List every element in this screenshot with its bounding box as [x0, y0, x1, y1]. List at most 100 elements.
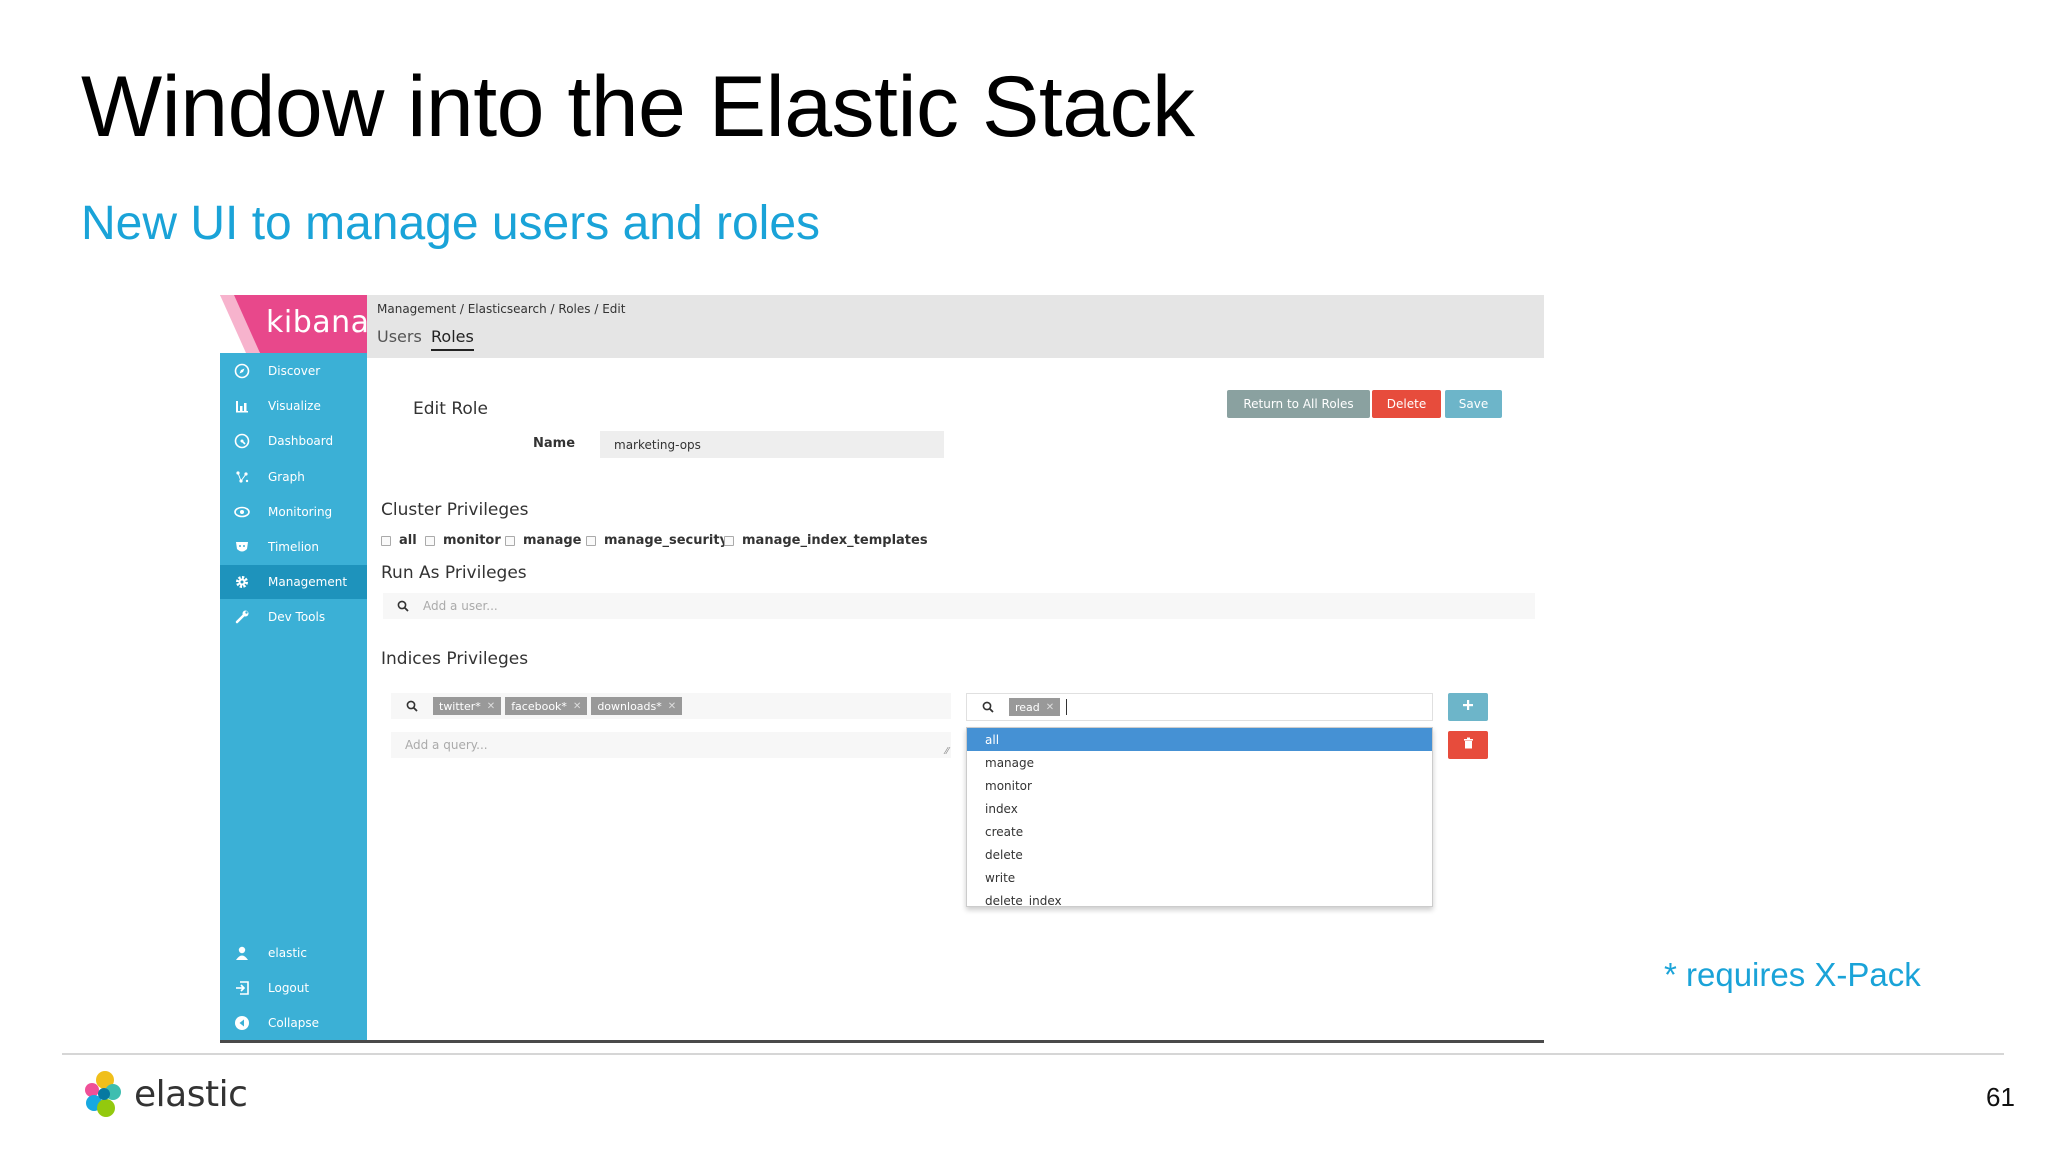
nav-item-management[interactable]: Management — [220, 565, 367, 599]
nav-label: Dev Tools — [268, 610, 326, 624]
nav-label: Graph — [268, 470, 305, 484]
checkbox-monitor[interactable]: monitor — [425, 533, 501, 548]
delete-index-privilege-button[interactable] — [1448, 731, 1488, 759]
search-icon — [383, 600, 423, 612]
run-as-user-input[interactable]: Add a user... — [383, 593, 1535, 619]
remove-tag-icon[interactable]: ✕ — [573, 701, 581, 712]
kibana-topbar: Management / Elasticsearch / Roles / Edi… — [367, 295, 1544, 358]
nav-label: Logout — [268, 981, 310, 995]
checkbox-manage[interactable]: manage — [505, 533, 581, 548]
eye-icon — [233, 503, 251, 521]
dropdown-option-create[interactable]: create — [967, 820, 1432, 843]
footer-divider — [62, 1053, 2004, 1055]
checkbox-label: all — [399, 533, 417, 548]
logout-icon — [233, 979, 251, 997]
bar-chart-icon — [233, 397, 251, 415]
dropdown-option-write[interactable]: write — [967, 866, 1432, 889]
nav-item-user[interactable]: elastic — [220, 936, 367, 970]
query-textarea[interactable]: Add a query... ⁄⁄ — [391, 732, 951, 758]
edit-role-heading: Edit Role — [413, 399, 488, 419]
checkbox-label: manage_security — [604, 533, 729, 548]
dropdown-option-index[interactable]: index — [967, 797, 1432, 820]
nav-label: Discover — [268, 364, 321, 378]
add-index-privilege-button[interactable] — [1448, 693, 1488, 721]
delete-button[interactable]: Delete — [1372, 390, 1441, 418]
index-names-input[interactable]: twitter* ✕ facebook* ✕ downloads* ✕ — [391, 693, 951, 719]
name-label: Name — [533, 436, 576, 451]
checkbox-label: manage_index_templates — [742, 533, 928, 548]
index-tag[interactable]: facebook* ✕ — [505, 697, 588, 715]
checkbox-box — [381, 535, 391, 546]
nav-label: Collapse — [268, 1016, 319, 1030]
checkbox-label: manage — [523, 533, 582, 548]
tag-label: read — [1015, 700, 1040, 714]
nav-item-logout[interactable]: Logout — [220, 971, 367, 1005]
nav-item-dashboard[interactable]: Dashboard — [220, 424, 367, 458]
remove-tag-icon[interactable]: ✕ — [1046, 702, 1054, 713]
checkbox-manage-index-templates[interactable]: manage_index_templates — [724, 533, 928, 548]
nav-item-visualize[interactable]: Visualize — [220, 389, 367, 423]
trash-icon — [1463, 736, 1474, 754]
dropdown-option-manage[interactable]: manage — [967, 751, 1432, 774]
resize-handle-icon[interactable]: ⁄⁄ — [946, 746, 949, 757]
cluster-privileges-heading: Cluster Privileges — [381, 500, 529, 520]
remove-tag-icon[interactable]: ✕ — [668, 701, 676, 712]
breadcrumb: Management / Elasticsearch / Roles / Edi… — [377, 302, 626, 316]
checkbox-manage-security[interactable]: manage_security — [586, 533, 728, 548]
kibana-logo[interactable]: kibana — [220, 295, 367, 353]
run-as-placeholder: Add a user... — [423, 599, 498, 613]
graph-icon — [233, 468, 251, 486]
save-button[interactable]: Save — [1445, 390, 1502, 418]
kibana-screenshot: kibana Discover Visualize Dashboard Grap… — [220, 295, 1544, 1042]
privileges-input[interactable]: read ✕ — [966, 693, 1433, 721]
search-icon — [967, 701, 1009, 713]
index-tag[interactable]: downloads* ✕ — [591, 697, 683, 715]
dropdown-option-monitor[interactable]: monitor — [967, 774, 1432, 797]
remove-tag-icon[interactable]: ✕ — [487, 701, 495, 712]
gear-icon — [233, 573, 251, 591]
nav-item-graph[interactable]: Graph — [220, 460, 367, 494]
text-cursor — [1066, 699, 1068, 715]
nav-label: Management — [268, 575, 348, 589]
tab-users[interactable]: Users — [377, 327, 422, 346]
slide-title: Window into the Elastic Stack — [81, 59, 1195, 155]
return-to-all-roles-button[interactable]: Return to All Roles — [1227, 390, 1370, 418]
dropdown-option-all[interactable]: all — [967, 728, 1432, 751]
index-tag[interactable]: twitter* ✕ — [433, 697, 502, 715]
checkbox-label: monitor — [443, 533, 501, 548]
checkbox-box — [425, 535, 435, 546]
query-placeholder: Add a query... — [405, 738, 488, 752]
run-as-privileges-heading: Run As Privileges — [381, 563, 527, 583]
nav-label: elastic — [268, 946, 307, 960]
xpack-note: * requires X-Pack — [1664, 956, 1921, 993]
tab-roles[interactable]: Roles — [431, 327, 474, 351]
nav-item-timelion[interactable]: Timelion — [220, 530, 367, 564]
dashboard-icon — [233, 432, 251, 450]
privileges-dropdown: all manage monitor index create delete w… — [966, 727, 1433, 907]
elastic-wordmark: elastic — [134, 1074, 248, 1115]
nav-item-collapse[interactable]: Collapse — [220, 1006, 367, 1040]
kibana-logo-text: kibana — [266, 305, 367, 340]
nav-item-discover[interactable]: Discover — [220, 354, 367, 388]
tag-label: downloads* — [597, 699, 662, 713]
user-icon — [233, 944, 251, 962]
nav-label: Dashboard — [268, 434, 334, 448]
plus-icon — [1462, 698, 1474, 716]
tag-label: twitter* — [439, 699, 481, 713]
dropdown-option-delete[interactable]: delete — [967, 843, 1432, 866]
role-name-input[interactable]: marketing-ops — [600, 431, 944, 458]
checkbox-box — [505, 535, 515, 546]
dropdown-option-delete-index[interactable]: delete_index — [967, 889, 1432, 907]
privilege-tag[interactable]: read ✕ — [1009, 698, 1061, 716]
screenshot-border — [220, 1040, 1544, 1043]
nav-item-dev-tools[interactable]: Dev Tools — [220, 600, 367, 634]
compass-icon — [233, 362, 251, 380]
slide-subtitle: New UI to manage users and roles — [81, 197, 821, 250]
nav-item-monitoring[interactable]: Monitoring — [220, 495, 367, 529]
timelion-icon — [233, 538, 251, 556]
page-number: 61 — [1986, 1082, 2015, 1112]
checkbox-all[interactable]: all — [381, 533, 417, 548]
nav-label: Monitoring — [268, 505, 333, 519]
wrench-icon — [233, 608, 251, 626]
nav-label: Visualize — [268, 399, 321, 413]
